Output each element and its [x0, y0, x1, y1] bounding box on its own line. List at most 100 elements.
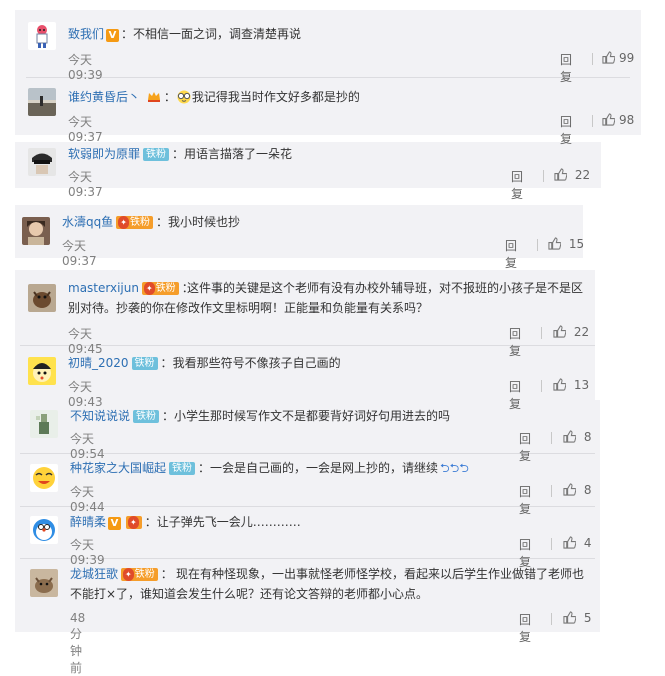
- like-count: 8: [583, 430, 592, 444]
- level-icon: ✦: [128, 516, 139, 529]
- comment-time: 今天09:39: [68, 53, 103, 82]
- avatar[interactable]: [28, 88, 56, 116]
- comment-username[interactable]: 谁约黄昏后丶: [68, 90, 140, 104]
- comment-text: 这件事的关键是这个老师有没有办校外辅导班，对不报班的小孩子是不是区别对待。抄袭的…: [68, 281, 584, 315]
- comment-text: 不相信一面之词，调查清楚再说: [133, 27, 302, 41]
- level-icon: ✦: [118, 216, 129, 229]
- like-button[interactable]: 22: [553, 325, 589, 339]
- comment-time: 今天 09:39: [70, 538, 105, 567]
- divider: [551, 432, 552, 444]
- like-button[interactable]: 15: [548, 237, 584, 251]
- reply-button[interactable]: 回复: [509, 378, 521, 412]
- reply-button[interactable]: 回复: [519, 430, 531, 464]
- reply-button[interactable]: 回复: [509, 325, 521, 359]
- divider: [26, 77, 630, 78]
- thumbs-up-icon: [563, 430, 577, 443]
- comment-username[interactable]: 软弱即为原罪: [68, 147, 140, 161]
- avatar[interactable]: [28, 148, 56, 176]
- comment-username[interactable]: 初晴_2020: [68, 356, 129, 370]
- avatar[interactable]: [28, 22, 56, 50]
- comment-text: 小学生那时候写作文不是都要背好词好句用进去的吗: [174, 409, 451, 423]
- avatar[interactable]: [22, 217, 50, 245]
- fan-badge: 铁粉: [133, 410, 160, 423]
- like-button[interactable]: 5: [563, 611, 591, 625]
- hehe-emoji-icon: ⮌⮌⮌: [440, 461, 469, 475]
- avatar[interactable]: [30, 569, 58, 597]
- reply-button[interactable]: 回复: [511, 168, 523, 202]
- comment-time: 今天 09:37: [68, 170, 103, 199]
- avatar[interactable]: [30, 516, 58, 544]
- like-button[interactable]: 8: [563, 483, 591, 497]
- comment-time: 今天 09:43: [68, 380, 103, 409]
- fan-badge: ✦ 铁粉: [116, 216, 153, 229]
- thumbs-up-icon: [602, 113, 616, 126]
- divider: [20, 558, 595, 559]
- comment-time: 今天 09:37: [62, 239, 97, 268]
- divider: [551, 613, 552, 625]
- thumbs-up-icon: [554, 168, 568, 181]
- comment-text: 我小时候也抄: [167, 215, 240, 229]
- like-button[interactable]: 99: [602, 51, 634, 65]
- comment-username[interactable]: 不知说说说: [70, 409, 130, 423]
- like-button[interactable]: 4: [563, 536, 591, 550]
- fan-badge: 铁粉: [131, 357, 158, 370]
- fan-badge: ✦: [126, 516, 142, 529]
- verified-v-icon: V: [108, 517, 122, 530]
- like-count: 13: [573, 378, 590, 392]
- verified-v-icon: V: [106, 29, 120, 42]
- divider: [541, 327, 542, 339]
- comment-text: 一会是自己画的，一会是网上抄的，请继续: [210, 461, 439, 475]
- divider: [537, 239, 538, 251]
- divider: [20, 453, 595, 454]
- divider: [592, 53, 593, 65]
- comment-time: 今天09:37: [68, 115, 103, 144]
- reply-button[interactable]: 回复: [560, 51, 572, 85]
- comment-text: 我记得我当时作文好多都是抄的: [191, 90, 360, 104]
- reply-button[interactable]: 回复: [519, 483, 531, 517]
- divider: [592, 115, 593, 127]
- like-count: 99: [619, 51, 635, 65]
- fan-badge: 铁粉: [169, 462, 196, 475]
- comment-username[interactable]: 水濤qq鱼: [62, 215, 113, 229]
- crown-icon: [147, 92, 160, 102]
- like-button[interactable]: 98: [602, 113, 634, 127]
- divider: [551, 485, 552, 497]
- glasses-face-emoji-icon: [177, 90, 191, 104]
- comment-time: 48分钟前: [70, 611, 86, 675]
- avatar[interactable]: [28, 284, 56, 312]
- thumbs-up-icon: [563, 536, 577, 549]
- thumbs-up-icon: [602, 51, 616, 64]
- divider: [541, 380, 542, 392]
- thumbs-up-icon: [553, 378, 567, 391]
- avatar[interactable]: [30, 410, 58, 438]
- avatar[interactable]: [28, 357, 56, 385]
- fan-badge: 铁粉: [143, 148, 170, 161]
- comment-username[interactable]: 致我们: [68, 27, 104, 41]
- divider: [20, 506, 595, 507]
- like-count: 22: [573, 325, 590, 339]
- like-button[interactable]: 22: [554, 168, 590, 182]
- comment-text: 用语言描落了一朵花: [184, 147, 293, 161]
- reply-button[interactable]: 回复: [519, 611, 531, 645]
- thumbs-up-icon: [553, 325, 567, 338]
- thumbs-up-icon: [548, 237, 562, 250]
- comment-text: 我看那些符号不像孩子自己画的: [172, 356, 341, 370]
- like-count: 22: [574, 168, 591, 182]
- reply-button[interactable]: 回复: [560, 113, 572, 147]
- like-count: 98: [619, 113, 635, 127]
- avatar[interactable]: [30, 464, 58, 492]
- like-count: 15: [568, 237, 585, 251]
- like-button[interactable]: 13: [553, 378, 589, 392]
- like-count: 8: [583, 483, 592, 497]
- like-button[interactable]: 8: [563, 430, 591, 444]
- like-count: 4: [583, 536, 592, 550]
- comment-time: 今天 09:44: [70, 485, 105, 514]
- comment-text: 现在有种怪现象，一出事就怪老师怪学校，看起来以后学生作业做错了老师也不能打×了，…: [70, 567, 585, 601]
- like-count: 5: [583, 611, 592, 625]
- thumbs-up-icon: [563, 611, 577, 624]
- reply-button[interactable]: 回复: [505, 237, 517, 271]
- comment-panel-3: [15, 205, 583, 258]
- divider: [551, 538, 552, 550]
- comment-username[interactable]: 醉晴柔: [70, 515, 106, 529]
- comment-username[interactable]: 种花家之大国崛起: [70, 461, 166, 475]
